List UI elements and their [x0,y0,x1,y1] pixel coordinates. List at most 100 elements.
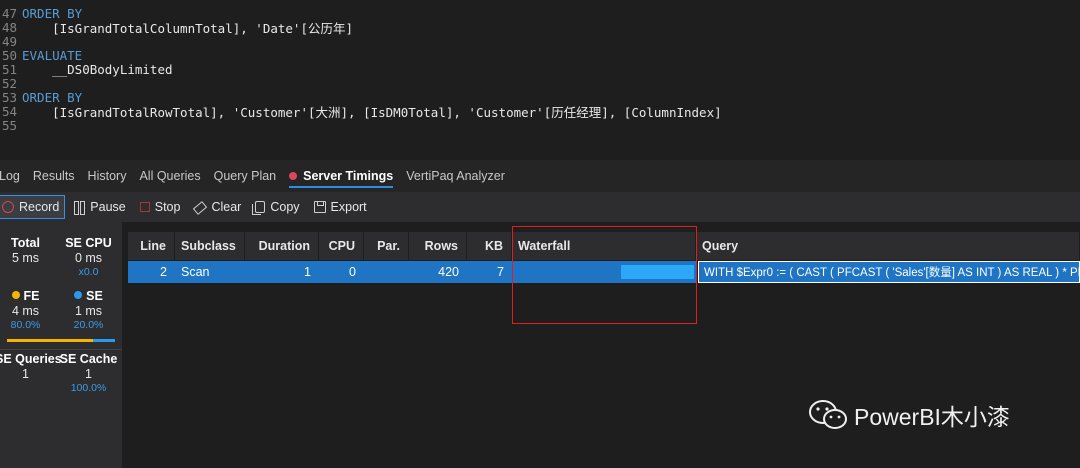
cell-cpu: 0 [319,261,364,283]
stop-icon [139,202,150,212]
stat-se-cache-title: SE Cache [59,352,118,366]
record-icon [2,201,14,213]
column-header-duration[interactable]: Duration [245,232,319,260]
code-line: 49 [0,33,22,49]
result-tabs: Log Results History All Queries Query Pl… [0,160,1080,192]
line-number: 55 [1,117,17,133]
cell-rows: 420 [409,261,467,283]
column-header-cpu[interactable]: CPU [319,232,364,260]
column-header-kb[interactable]: KB [467,232,512,260]
column-header-query[interactable]: Query [696,232,1080,260]
pause-icon [73,201,86,215]
code-text: EVALUATE [22,47,83,63]
copy-icon [252,201,266,215]
fe-se-ratio-bar [7,339,115,342]
column-header-par[interactable]: Par. [364,232,409,260]
stat-fe-pct: 80.0% [10,319,41,331]
stat-se-queries-value: 1 [22,367,29,381]
stat-se-value: 1 ms [74,304,103,318]
tab-server-timings-label: Server Timings [303,169,394,183]
tab-log[interactable]: Log [0,169,20,183]
stat-se-queries-title: SE Queries [0,352,62,366]
export-label: Export [330,200,367,214]
pause-button[interactable]: Pause [67,195,131,219]
toolbar: Record Pause Stop Clear Copy Export [0,192,1080,222]
wechat-logo-icon [809,400,847,429]
column-header-rows[interactable]: Rows [409,232,467,260]
code-line: 54 [IsGrandTotalRowTotal], 'Customer'[大洲… [0,103,722,120]
cell-duration: 1 [245,261,319,283]
line-number: 51 [1,61,17,77]
export-button[interactable]: Export [308,195,373,219]
clear-button[interactable]: Clear [188,195,247,219]
watermark-text: PowerBI木小漆 [854,404,1010,430]
stat-se-cpu: SE CPU 0 ms x0.0 [58,236,119,278]
stat-total: Total 5 ms [0,236,56,265]
line-number: 54 [1,103,17,119]
cell-kb: 7 [467,261,512,283]
stat-fe-title: FE [0,289,56,303]
stat-se-cache-pct: 100.0% [70,382,107,394]
stat-fe: FE 4 ms 80.0% [0,289,56,331]
stat-se-queries: SE Queries 1 [0,352,62,381]
code-text: [IsGrandTotalRowTotal], 'Customer'[大洲], … [22,104,722,120]
stat-se-cpu-value: 0 ms [74,251,103,265]
line-number: 52 [1,75,17,91]
tab-query-plan[interactable]: Query Plan [214,169,277,183]
clear-label: Clear [211,200,242,214]
cell-par [364,261,409,283]
line-number: 50 [1,47,17,63]
stats-divider [0,349,122,350]
pause-label: Pause [90,200,126,214]
column-header-line[interactable]: Line [128,232,175,260]
code-line: 50 EVALUATE [0,47,83,63]
fe-dot-icon [11,291,20,299]
stat-se-title: SE [58,289,119,303]
tab-results[interactable]: Results [33,169,75,183]
code-line: 52 [0,75,22,91]
line-number: 49 [1,33,17,49]
column-header-subclass[interactable]: Subclass [175,232,245,260]
stat-se-cpu-title: SE CPU [65,236,112,250]
code-text: __DS0BodyLimited [22,61,173,77]
waterfall-highlight-box [512,226,697,324]
code-text: [IsGrandTotalColumnTotal], 'Date'[公历年] [22,20,353,36]
line-number: 53 [1,89,17,105]
recording-dot-icon [289,172,298,180]
copy-label: Copy [270,200,300,214]
stat-fe-label: FE [23,289,40,303]
stat-se-pct: 20.0% [73,319,104,331]
stat-fe-value: 4 ms [11,304,40,318]
timing-stats-panel: Total 5 ms SE CPU 0 ms x0.0 FE 4 ms 80.0… [0,222,122,468]
tab-history[interactable]: History [88,169,127,183]
stat-se-cache-value: 1 [85,367,92,381]
code-line: 55 [0,117,22,133]
tab-server-timings[interactable]: Server Timings [289,169,394,188]
fe-ratio-fill [7,339,94,342]
stat-se-cpu-ratio: x0.0 [78,266,99,278]
eraser-icon [193,201,208,215]
stat-total-value: 5 ms [11,251,40,265]
se-dot-icon [74,291,83,299]
record-button[interactable]: Record [0,195,66,219]
stat-se: SE 1 ms 20.0% [58,289,119,331]
cell-query[interactable]: WITH $Expr0 := ( CAST ( PFCAST ( 'Sales'… [698,261,1080,283]
tab-vertipaq-analyzer[interactable]: VertiPaq Analyzer [406,169,505,183]
watermark: PowerBI木小漆 [808,398,1010,432]
line-number: 47 [1,5,17,21]
stop-label: Stop [154,200,181,214]
tab-all-queries[interactable]: All Queries [139,169,200,183]
code-line: 51 __DS0BodyLimited [0,61,173,77]
cell-line: 2 [128,261,175,283]
line-number: 48 [1,19,17,35]
record-label: Record [19,200,60,214]
copy-button[interactable]: Copy [249,195,305,219]
cell-subclass: Scan [175,261,245,283]
save-icon [313,201,326,213]
stop-button[interactable]: Stop [134,195,187,219]
code-line: 48 [IsGrandTotalColumnTotal], 'Date'[公历年… [0,19,353,36]
code-editor[interactable]: 47 ORDER BY 48 [IsGrandTotalColumnTotal]… [0,0,1080,160]
stat-se-cache: SE Cache 1 100.0% [58,352,119,394]
stat-se-label: SE [86,289,103,303]
stat-total-title: Total [11,236,40,250]
